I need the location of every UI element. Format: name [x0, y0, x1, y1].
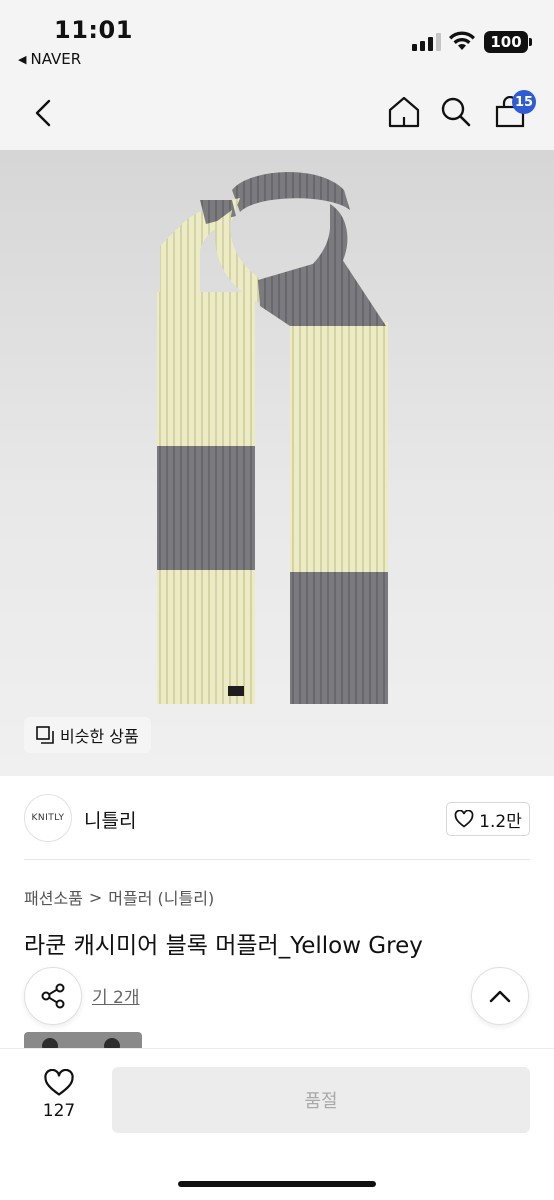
chevron-up-icon [489, 990, 511, 1003]
seller-logo-text: KNITLY [31, 813, 65, 823]
sold-out-button[interactable]: 품절 [112, 1067, 530, 1133]
scroll-top-button[interactable] [471, 967, 529, 1025]
status-bar: 11:01 ◀ NAVER 100 [0, 0, 554, 78]
breadcrumb-item[interactable]: 패션소품 [24, 885, 83, 909]
back-arrow-icon [35, 99, 51, 127]
wishlist-button[interactable]: 127 [30, 1069, 88, 1129]
share-button[interactable] [24, 967, 82, 1025]
battery-level: 100 [490, 33, 522, 51]
seller-row: KNITLY 니틀리 1.2만 [0, 776, 554, 860]
similar-items-label: 비슷한 상품 [60, 727, 139, 746]
review-link[interactable]: 기 2개 [92, 983, 140, 1008]
product-image[interactable]: 비슷한 상품 [0, 150, 554, 776]
status-time: 11:01 [54, 16, 133, 44]
share-icon [41, 983, 65, 1009]
back-triangle-icon: ◀ [18, 52, 27, 66]
breadcrumb: 패션소품 > 머플러 (니틀리) [24, 885, 214, 909]
store-like-button[interactable]: 1.2만 [446, 802, 530, 836]
home-button[interactable] [384, 92, 424, 132]
similar-items-button[interactable]: 비슷한 상품 [24, 717, 151, 753]
back-to-app-link[interactable]: ◀ NAVER [18, 50, 81, 68]
home-indicator [178, 1181, 376, 1187]
battery-icon: 100 [484, 31, 532, 53]
cart-count-badge: 15 [512, 90, 536, 114]
breadcrumb-item[interactable]: 머플러 (니틀리) [108, 885, 214, 909]
back-button[interactable] [26, 94, 60, 132]
search-button[interactable] [436, 92, 476, 132]
bottom-action-bar: 127 품절 [0, 1048, 554, 1200]
scarf-illustration [157, 171, 388, 704]
back-app-label: NAVER [30, 50, 82, 68]
divider [24, 859, 530, 860]
home-icon [388, 96, 420, 128]
seller-name[interactable]: 니틀리 [84, 806, 136, 833]
wifi-icon [449, 31, 475, 50]
breadcrumb-separator: > [88, 887, 103, 907]
product-title: 라쿤 캐시미어 블록 머플러_Yellow Grey [24, 933, 423, 959]
heart-icon [44, 1069, 74, 1096]
search-icon [441, 97, 471, 127]
seller-logo[interactable]: KNITLY [24, 794, 72, 842]
cart-button[interactable]: 15 [490, 90, 536, 132]
similar-items-icon [36, 726, 54, 744]
heart-icon [454, 810, 474, 828]
wishlist-count: 127 [42, 1101, 76, 1121]
nav-bar: 15 [0, 78, 554, 150]
signal-icon [412, 33, 441, 51]
store-like-count: 1.2만 [479, 811, 522, 832]
